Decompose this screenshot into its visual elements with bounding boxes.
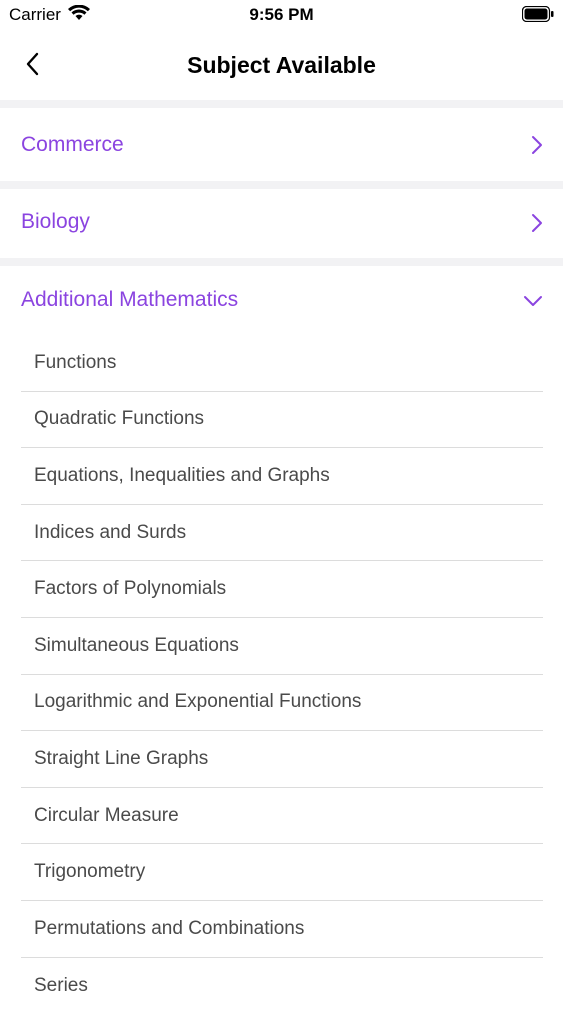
status-time: 9:56 PM: [249, 5, 314, 24]
topic-item-quadratic-functions[interactable]: Quadratic Functions: [21, 392, 543, 449]
chevron-right-icon: [531, 135, 543, 160]
topic-item-indices-surds[interactable]: Indices and Surds: [21, 505, 543, 562]
topic-item-circular-measure[interactable]: Circular Measure: [21, 788, 543, 845]
status-bar: Carrier 9:56 PM: [0, 0, 563, 30]
subject-row-biology[interactable]: Biology: [0, 189, 563, 258]
subject-row-commerce[interactable]: Commerce: [0, 108, 563, 181]
topic-item-series[interactable]: Series: [21, 958, 543, 1014]
chevron-right-icon: [531, 213, 543, 238]
section-separator: [0, 181, 563, 189]
subject-row-additional-mathematics[interactable]: Additional Mathematics: [0, 266, 563, 334]
navigation-bar: Subject Available: [0, 32, 563, 100]
subject-label: Additional Mathematics: [21, 288, 239, 311]
topic-item-straight-line-graphs[interactable]: Straight Line Graphs: [21, 731, 543, 788]
topic-item-functions[interactable]: Functions: [21, 335, 543, 392]
topic-item-simultaneous-equations[interactable]: Simultaneous Equations: [21, 618, 543, 675]
topic-item-equations-inequalities-graphs[interactable]: Equations, Inequalities and Graphs: [21, 448, 543, 505]
subject-label: Biology: [21, 210, 90, 233]
subject-label: Commerce: [21, 133, 124, 156]
battery-icon: [521, 5, 554, 27]
topic-item-trigonometry[interactable]: Trigonometry: [21, 844, 543, 901]
topic-item-permutations-combinations[interactable]: Permutations and Combinations: [21, 901, 543, 958]
section-separator: [0, 100, 563, 108]
section-separator: [0, 258, 563, 266]
topic-item-logarithmic-exponential-functions[interactable]: Logarithmic and Exponential Functions: [21, 675, 543, 732]
topic-list: Functions Quadratic Functions Equations,…: [21, 335, 543, 1014]
page-title: Subject Available: [187, 52, 376, 78]
chevron-down-icon: [523, 294, 543, 312]
topic-item-factors-of-polynomials[interactable]: Factors of Polynomials: [21, 561, 543, 618]
